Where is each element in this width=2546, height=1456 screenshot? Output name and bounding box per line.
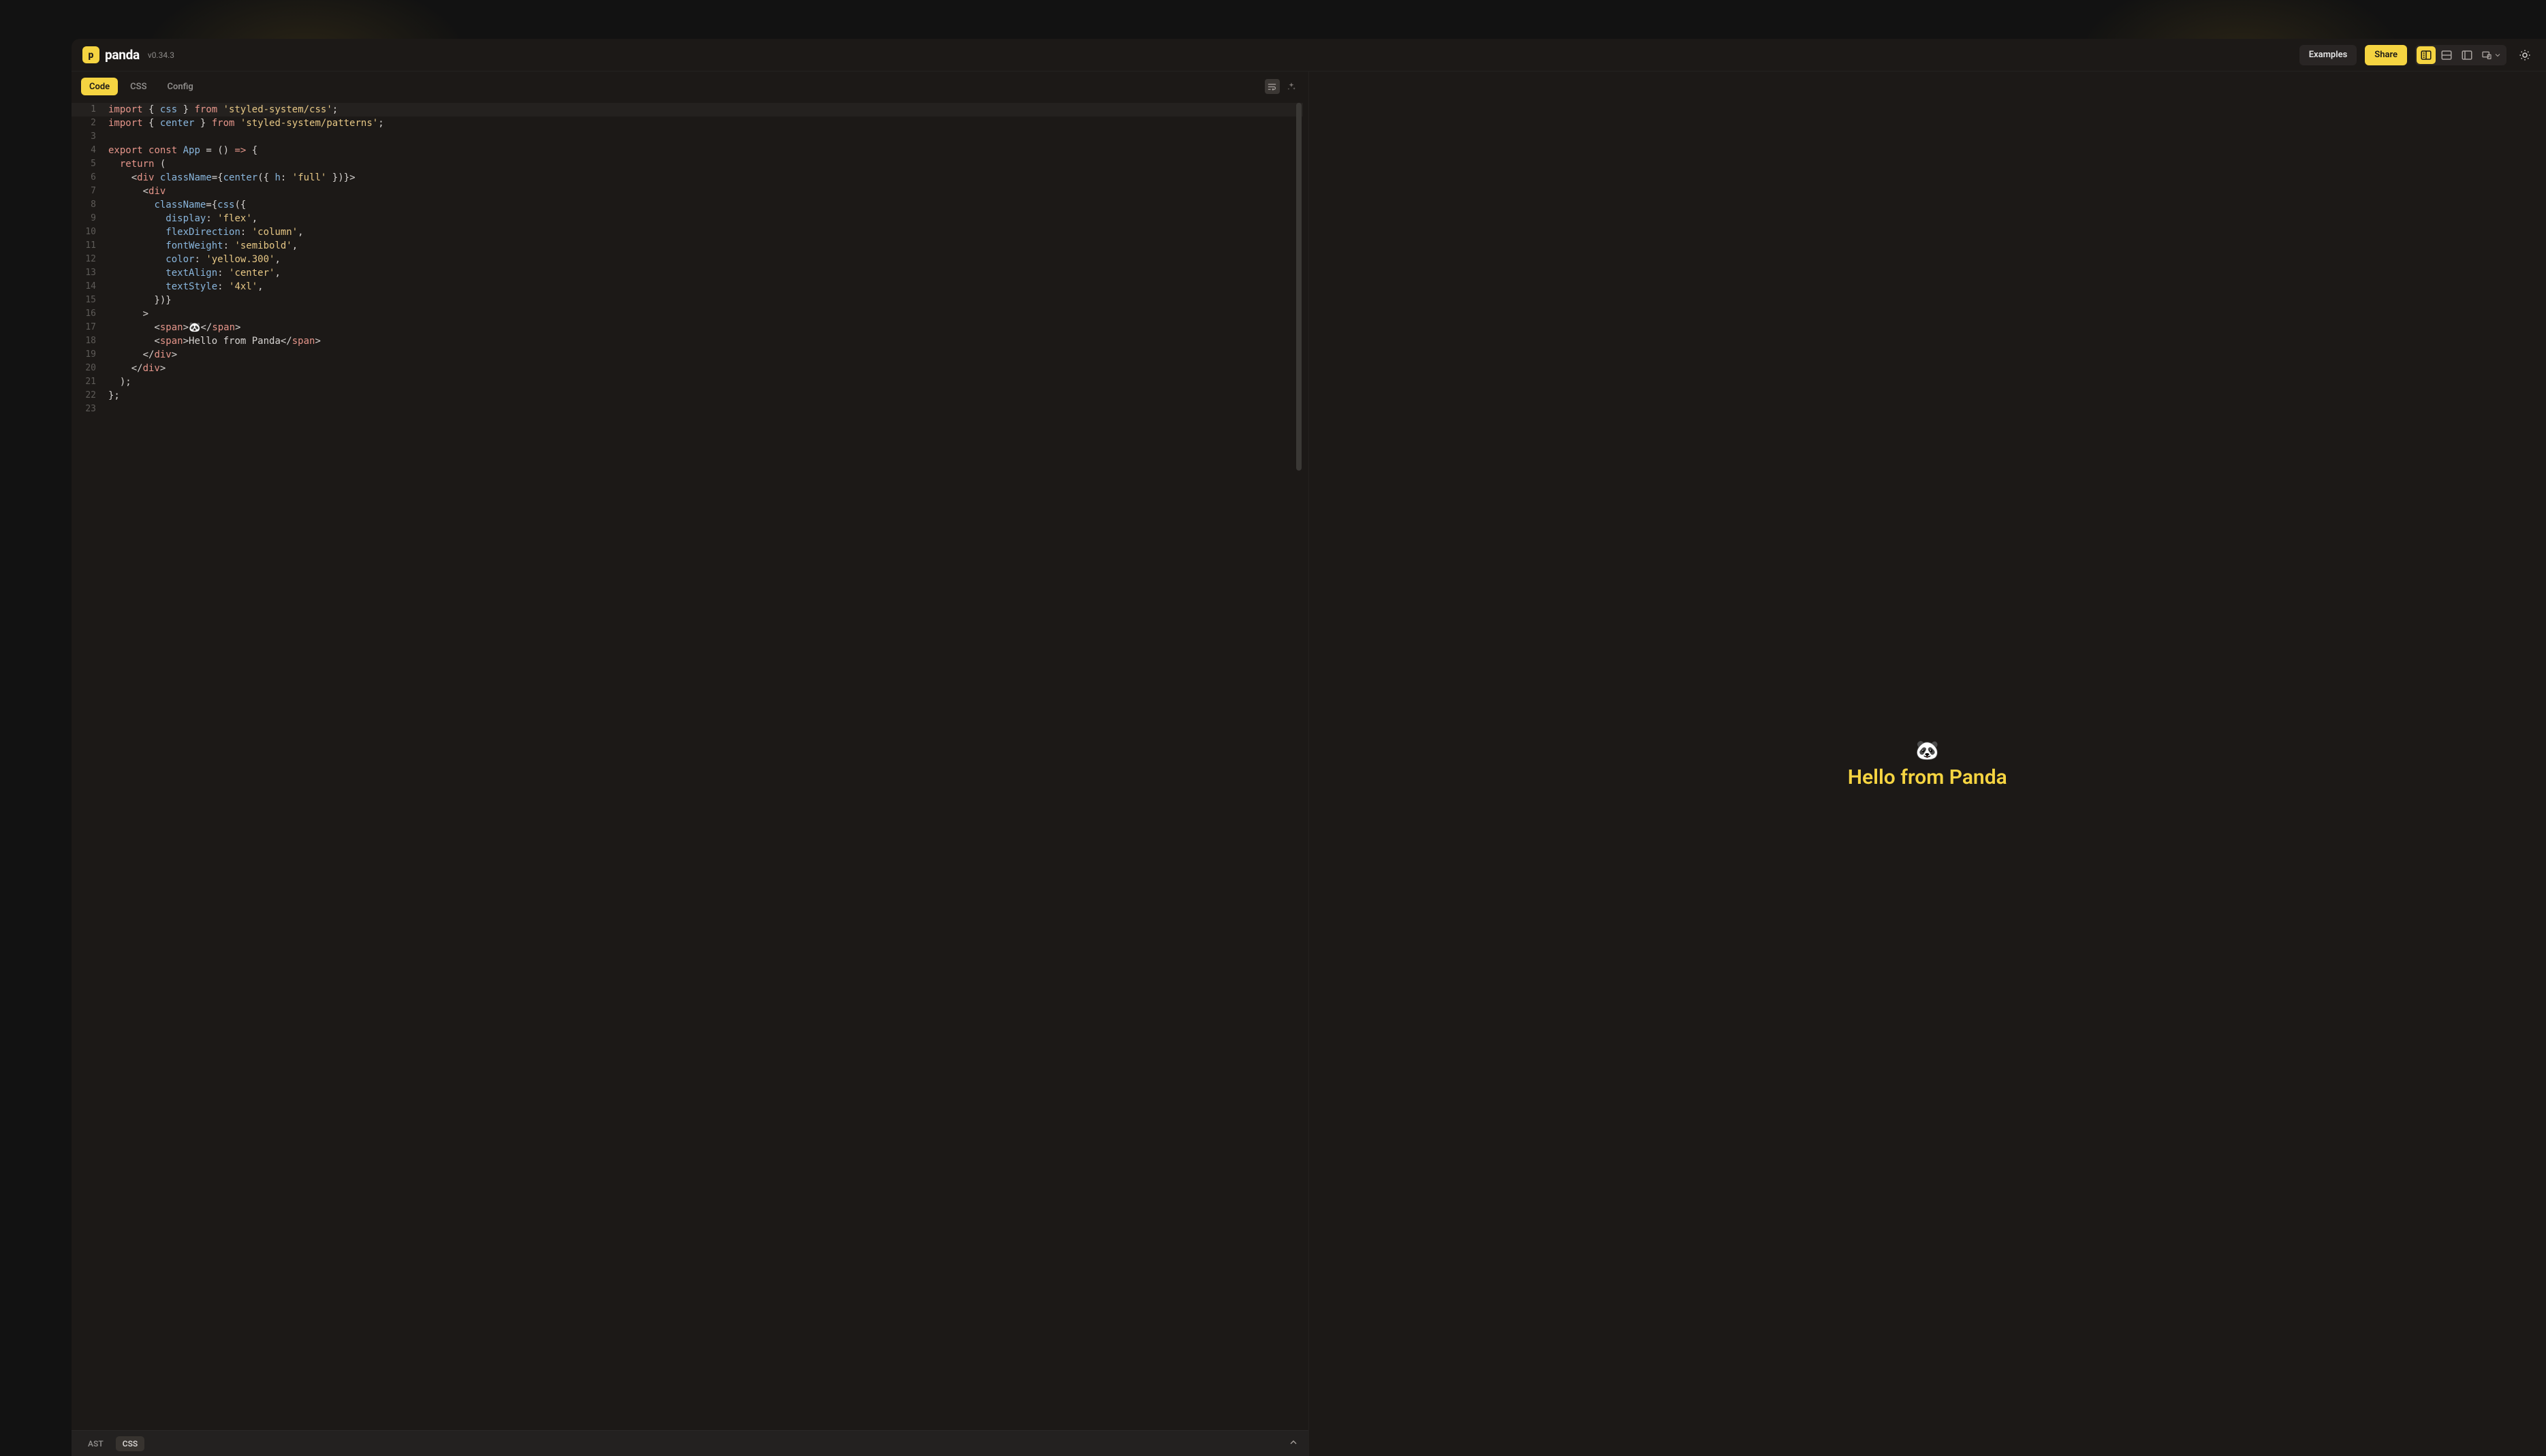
preview-only-icon [2461,49,2473,61]
header-bar: p panda v0.34.3 Examples Share [72,39,2546,72]
layout-toggle-group [2415,45,2506,65]
app-frame: p panda v0.34.3 Examples Share [72,39,2546,1456]
chevron-up-icon [1288,1437,1299,1448]
sparkle-icon [1287,82,1296,91]
ai-sparkle-button[interactable] [1284,79,1299,94]
scrollbar-thumb[interactable] [1296,103,1302,471]
word-wrap-icon [1267,82,1277,92]
brand-name: panda [105,47,140,63]
layout-preview-only-button[interactable] [2457,46,2477,64]
code-editor[interactable]: 1234567891011121314151617181920212223 im… [72,101,1308,1430]
chevron-down-icon [2494,51,2502,59]
tab-code[interactable]: Code [81,78,118,95]
tab-config[interactable]: Config [159,78,202,95]
tab-css[interactable]: CSS [122,78,155,95]
editor-pane: Code CSS Config 123456789101112131415161… [72,72,1309,1456]
bottom-output-bar: AST CSS [72,1430,1308,1456]
split-vertical-icon [2420,49,2432,61]
line-number-gutter: 1234567891011121314151617181920212223 [72,101,108,1430]
theme-toggle-button[interactable] [2515,45,2535,65]
layout-split-horizontal-button[interactable] [2437,46,2456,64]
body-area: Code CSS Config 123456789101112131415161… [72,72,2546,1456]
output-tab-ast[interactable]: AST [81,1436,110,1451]
preview-emoji: 🐼 [1915,739,1939,761]
version-label: v0.34.3 [148,50,174,60]
preview-heading: Hello from Panda [1848,765,2007,789]
examples-button[interactable]: Examples [2299,45,2357,65]
split-horizontal-icon [2440,49,2453,61]
sun-icon [2519,49,2531,61]
layout-responsive-button[interactable] [2478,46,2505,64]
logo-badge-icon: p [82,46,99,63]
output-tab-css[interactable]: CSS [116,1436,145,1451]
share-button[interactable]: Share [2365,45,2407,65]
logo[interactable]: p panda [82,46,140,63]
code-content[interactable]: import { css } from 'styled-system/css';… [108,101,1308,1430]
collapse-output-button[interactable] [1288,1437,1299,1451]
responsive-icon [2481,50,2492,61]
preview-content: 🐼 Hello from Panda [1848,739,2007,789]
editor-tabs: Code CSS Config [72,72,1308,101]
layout-split-vertical-button[interactable] [2417,46,2436,64]
word-wrap-button[interactable] [1265,79,1280,94]
preview-pane: 🐼 Hello from Panda [1309,72,2546,1456]
